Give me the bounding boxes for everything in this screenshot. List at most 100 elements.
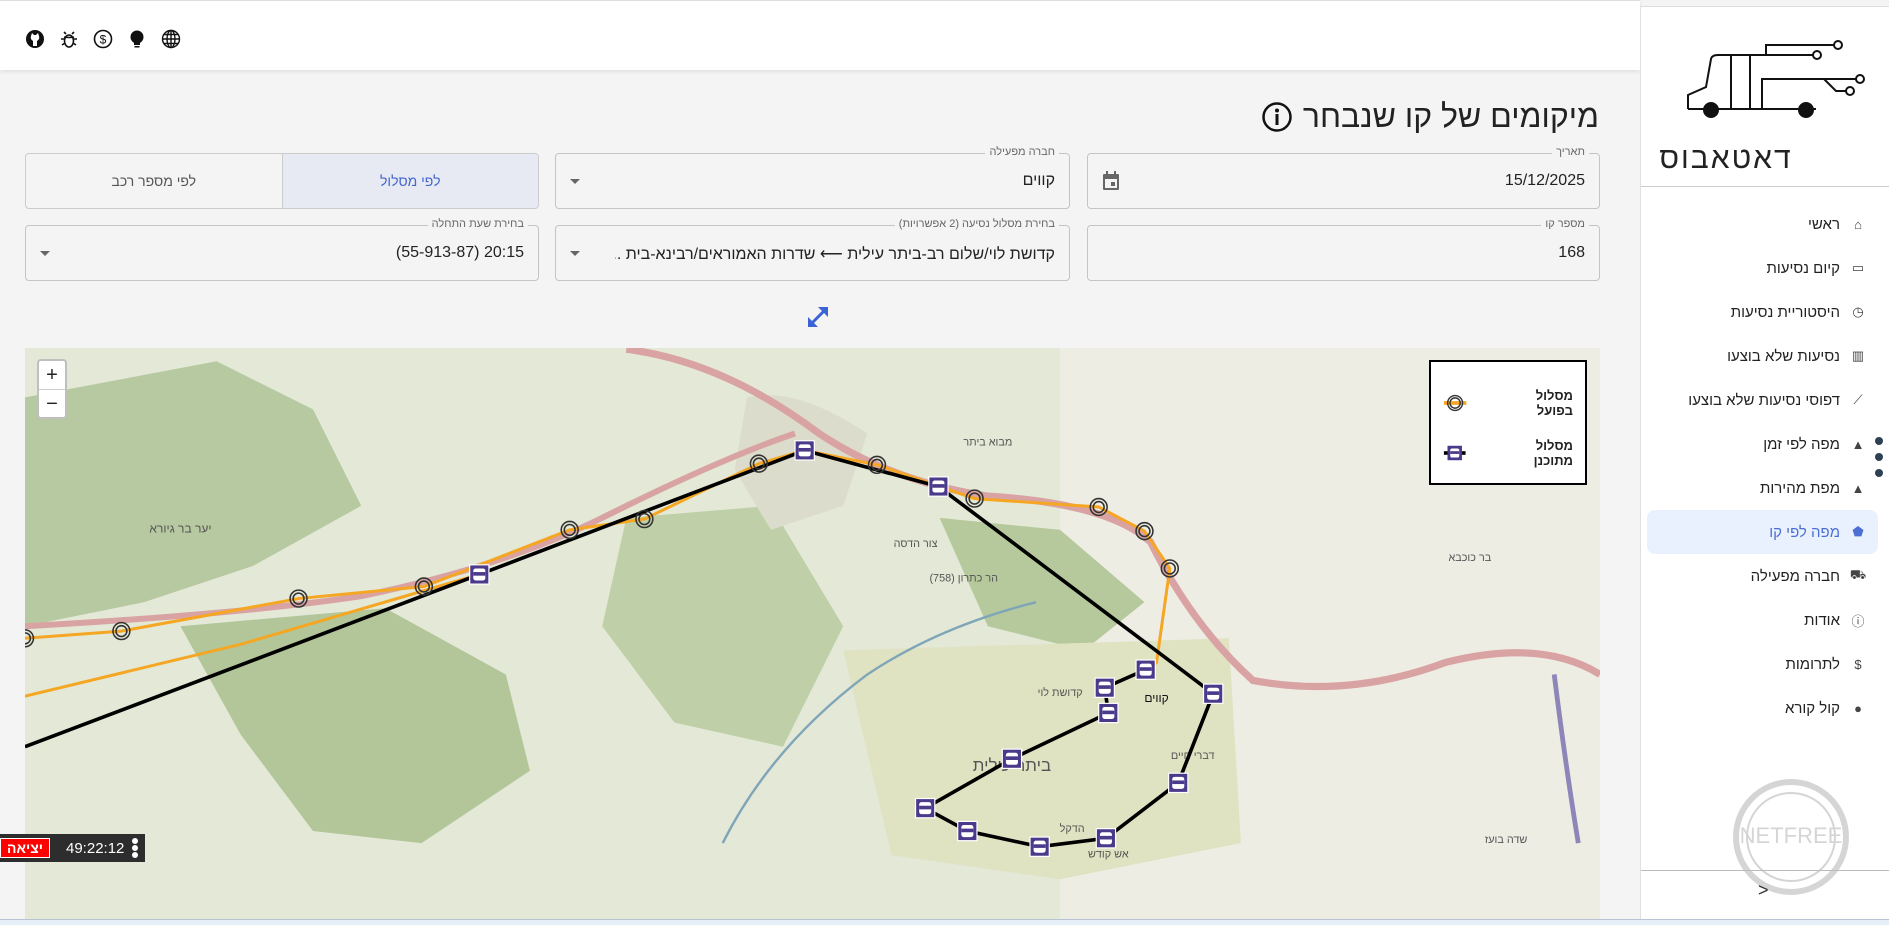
truck-icon: ⛟ bbox=[1849, 567, 1867, 582]
page-title-text: מיקומים של קו שנבחר bbox=[1302, 98, 1599, 134]
radar-icon: ⬟ bbox=[1852, 524, 1864, 539]
expand-map-icon[interactable] bbox=[804, 303, 832, 331]
map-label: אש קודש bbox=[1088, 849, 1129, 861]
info-icon[interactable] bbox=[1261, 101, 1293, 133]
route-select[interactable]: בחירת מסלול נסיעה (2 אפשרויות) קדושת לוי… bbox=[555, 218, 1070, 281]
dropdown-caret-icon bbox=[40, 251, 50, 256]
map-legend: מסלול בפועל מסלול מתוכנן bbox=[1429, 360, 1587, 485]
bus-stop-marker[interactable] bbox=[1029, 836, 1050, 857]
session-widget: יציאה 49:22:12 bbox=[0, 834, 145, 862]
zoom-in-button[interactable]: + bbox=[39, 361, 65, 389]
bus-stop-marker[interactable] bbox=[1098, 702, 1119, 724]
dollar-icon[interactable]: $ bbox=[92, 28, 114, 50]
sidebar-item-10[interactable]: לתרומות $ bbox=[1647, 642, 1878, 686]
sidebar-item-2[interactable]: היסטוריית נסיעות ◷ bbox=[1647, 290, 1878, 334]
drag-handle[interactable] bbox=[1875, 437, 1885, 485]
info-icon: ⓘ bbox=[1851, 613, 1865, 629]
exit-button[interactable]: יציאה bbox=[0, 838, 50, 858]
home-icon: ⌂ bbox=[1854, 216, 1862, 232]
bus-stop-marker[interactable] bbox=[957, 820, 978, 842]
sidebar-divider bbox=[1641, 870, 1889, 871]
sidebar-item-4[interactable]: דפוסי נסיעות שלא בוצעו ⟋ bbox=[1647, 378, 1878, 422]
sidebar-item-label: אודות bbox=[1804, 611, 1840, 629]
map-label: דברי חיים bbox=[1171, 750, 1215, 762]
calendar-icon[interactable] bbox=[1102, 171, 1120, 191]
sidebar-item-5[interactable]: מפה לפי זמן ▲ bbox=[1647, 422, 1878, 466]
collapse-sidebar-button[interactable]: > bbox=[1758, 880, 1769, 901]
zoom-control: + − bbox=[37, 359, 67, 419]
heatmap-icon: ▲ bbox=[1851, 436, 1865, 452]
sidebar-item-9[interactable]: אודות ⓘ bbox=[1647, 598, 1878, 642]
operator-value: קווים bbox=[1022, 172, 1055, 189]
bug-icon[interactable] bbox=[58, 28, 80, 50]
legend-actual-label: מסלול בפועל bbox=[1535, 388, 1573, 418]
sidebar-item-label: היסטוריית נסיעות bbox=[1730, 303, 1840, 321]
bar-chart-icon: ▥ bbox=[1851, 348, 1865, 363]
toggle-by-vehicle[interactable]: לפי מספר רכב bbox=[26, 154, 282, 208]
github-icon[interactable] bbox=[24, 28, 46, 50]
sidebar-item-label: מפה לפי קו bbox=[1769, 523, 1840, 541]
start-time-value: 20:15 (55-913-87) bbox=[395, 244, 524, 261]
sidebar-nav: ראשי ⌂ קיום נסיעות ▭ היסטוריית נסיעות ◷ נסיעות… bbox=[1641, 202, 1889, 730]
bus-stop-marker[interactable] bbox=[1167, 772, 1189, 794]
date-field[interactable]: תאריך 15/12/2025 bbox=[1087, 146, 1600, 209]
history-icon: ◷ bbox=[1852, 304, 1864, 319]
bus-stop-marker[interactable] bbox=[1001, 748, 1023, 770]
sidebar-item-3[interactable]: נסיעות שלא בוצעו ▥ bbox=[1647, 334, 1878, 378]
logo[interactable]: דאטאבוס bbox=[1641, 7, 1889, 187]
map[interactable]: ביתר עילית קווים צור הדסה הר כתרון (758) יער… bbox=[25, 348, 1600, 925]
route-label: בחירת מסלול נסיעה (2 אפשרויות) bbox=[894, 218, 1059, 230]
logo-text: דאטאבוס bbox=[1659, 142, 1793, 175]
sidebar-item-7[interactable]: מפה לפי קו ⬟ bbox=[1647, 510, 1878, 554]
lightbulb-icon: ● bbox=[1854, 700, 1862, 716]
map-label: הר כתרון (758) bbox=[929, 573, 998, 585]
map-label: קדושת לוי bbox=[1038, 687, 1083, 699]
line-number-label: מספר קו bbox=[1541, 218, 1589, 230]
map-label: בר כוכבא bbox=[1448, 552, 1491, 564]
bottom-strip bbox=[0, 919, 1889, 925]
map-canvas[interactable]: ביתר עיליתקוויםצור הדסההר כתרון (758)יער… bbox=[25, 348, 1600, 925]
sidebar-item-11[interactable]: קול קורא ● bbox=[1647, 686, 1878, 730]
svg-text:NETFREE: NETFREE bbox=[1740, 823, 1843, 848]
bus-stop-marker[interactable] bbox=[1095, 828, 1117, 849]
start-time-select[interactable]: בחירת שעת התחלה 20:15 (55-913-87) bbox=[25, 218, 539, 281]
line-number-field[interactable]: מספר קו 168 bbox=[1087, 218, 1600, 281]
line-number-value: 168 bbox=[1558, 244, 1585, 261]
sidebar-item-8[interactable]: חברה מפעילה ⛟ bbox=[1647, 554, 1878, 598]
sidebar-item-label: ראשי bbox=[1808, 215, 1840, 233]
map-label: צור הדסה bbox=[894, 538, 938, 550]
bus-stop-icon bbox=[1443, 445, 1466, 461]
map-label: הדקל bbox=[1060, 823, 1085, 835]
page-title: מיקומים של קו שנבחר bbox=[1261, 98, 1599, 135]
netfree-watermark: NETFREE bbox=[1733, 779, 1849, 895]
session-timer: 49:22:12 bbox=[66, 839, 125, 857]
legend-planned-label: מסלול מתוכנן bbox=[1533, 438, 1573, 468]
sidebar-item-label: קיום נסיעות bbox=[1766, 259, 1840, 277]
svg-text:$: $ bbox=[100, 33, 107, 47]
toggle-by-route[interactable]: לפי מסלול bbox=[281, 154, 538, 208]
sidebar-item-label: נסיעות שלא בוצעו bbox=[1727, 347, 1840, 365]
sidebar-item-1[interactable]: קיום נסיעות ▭ bbox=[1647, 246, 1878, 290]
bus-stop-marker[interactable] bbox=[914, 797, 936, 819]
bus-stop-marker[interactable] bbox=[1135, 659, 1156, 680]
sidebar-item-6[interactable]: מפת מהירות ▲ bbox=[1647, 466, 1878, 510]
operator-select[interactable]: חברה מפעילה קווים bbox=[555, 146, 1070, 209]
line-chart-icon: ⟋ bbox=[1853, 392, 1863, 407]
map-label: מבוא ביתר bbox=[963, 437, 1012, 449]
sidebar-item-label: מפה לפי זמן bbox=[1763, 435, 1840, 453]
widget-menu-icon[interactable] bbox=[132, 837, 139, 859]
bus-stop-marker[interactable] bbox=[1202, 683, 1224, 704]
bus-stop-marker[interactable] bbox=[1094, 677, 1115, 698]
legend-planned: מסלול מתוכנן bbox=[1443, 438, 1573, 468]
sidebar-item-label: דפוסי נסיעות שלא בוצעו bbox=[1688, 391, 1840, 409]
bus-stop-marker[interactable] bbox=[794, 440, 815, 461]
sidebar-item-label: לתרומות bbox=[1785, 655, 1841, 673]
globe-icon[interactable] bbox=[160, 28, 182, 50]
zoom-out-button[interactable]: − bbox=[39, 389, 65, 417]
sidebar-item-0[interactable]: ראשי ⌂ bbox=[1647, 202, 1878, 246]
legend-actual: מסלול בפועל bbox=[1443, 388, 1573, 418]
map-label: קווים bbox=[1144, 691, 1168, 705]
bus-stop-marker[interactable] bbox=[469, 564, 490, 585]
bus-stop-marker[interactable] bbox=[928, 476, 949, 497]
lightbulb-icon[interactable] bbox=[126, 28, 148, 50]
